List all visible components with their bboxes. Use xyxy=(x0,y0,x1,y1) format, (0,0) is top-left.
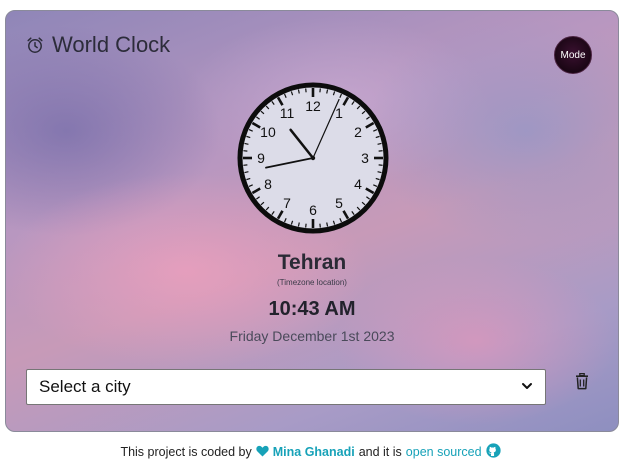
timezone-caption: (Timezone location) xyxy=(277,278,347,287)
heart-icon xyxy=(256,445,269,460)
minute-tick xyxy=(244,171,249,174)
footer-prefix: This project is coded by xyxy=(120,445,252,459)
app-title: World Clock xyxy=(52,32,171,57)
clock-numeral: 2 xyxy=(354,124,362,140)
clock-numeral: 9 xyxy=(257,150,265,166)
clock-numeral: 5 xyxy=(335,195,343,211)
author-link[interactable]: Mina Ghanadi xyxy=(273,445,355,459)
footer: This project is coded by Mina Ghanadi an… xyxy=(0,443,621,461)
clock-numeral: 10 xyxy=(260,124,276,140)
clock-numeral: 12 xyxy=(305,98,321,114)
alarm-clock-icon xyxy=(26,36,44,54)
github-icon[interactable] xyxy=(485,443,501,461)
clock-numeral: 4 xyxy=(354,176,362,192)
clock-numeral: 1 xyxy=(335,105,343,121)
digital-time: 10:43 AM xyxy=(268,298,356,320)
clock-numeral: 7 xyxy=(283,195,291,211)
clock-numeral: 6 xyxy=(309,202,317,218)
delete-city-button[interactable] xyxy=(573,372,591,395)
open-source-link[interactable]: open sourced xyxy=(406,445,482,459)
footer-middle: and it is xyxy=(358,445,402,459)
app-header: World Clock xyxy=(26,32,170,58)
minute-tick xyxy=(326,89,329,94)
chevron-down-icon xyxy=(521,377,533,397)
minute-tick xyxy=(297,222,300,227)
clock-numeral: 11 xyxy=(280,105,295,121)
clock-numeral: 8 xyxy=(264,176,272,192)
minute-tick xyxy=(244,142,249,145)
minute-tick xyxy=(377,142,382,145)
trash-icon xyxy=(575,372,589,395)
city-name: Tehran xyxy=(277,251,347,274)
minute-tick xyxy=(377,171,382,174)
clock-center-pin xyxy=(310,155,316,161)
city-select-value: Select a city xyxy=(39,377,131,396)
analog-clock: 12 1 2 3 4 5 6 7 8 9 10 11 xyxy=(235,80,391,236)
clock-numeral: 3 xyxy=(361,150,369,166)
minute-tick xyxy=(326,222,329,227)
minute-tick xyxy=(297,89,300,94)
current-date: Friday December 1st 2023 xyxy=(229,328,395,344)
mode-toggle-button[interactable]: Mode xyxy=(554,36,592,74)
world-clock-card: World Clock Mode 12 1 2 3 4 5 6 7 8 9 10 11 Tehran … xyxy=(5,10,619,432)
city-select[interactable]: Select a city xyxy=(26,369,546,405)
